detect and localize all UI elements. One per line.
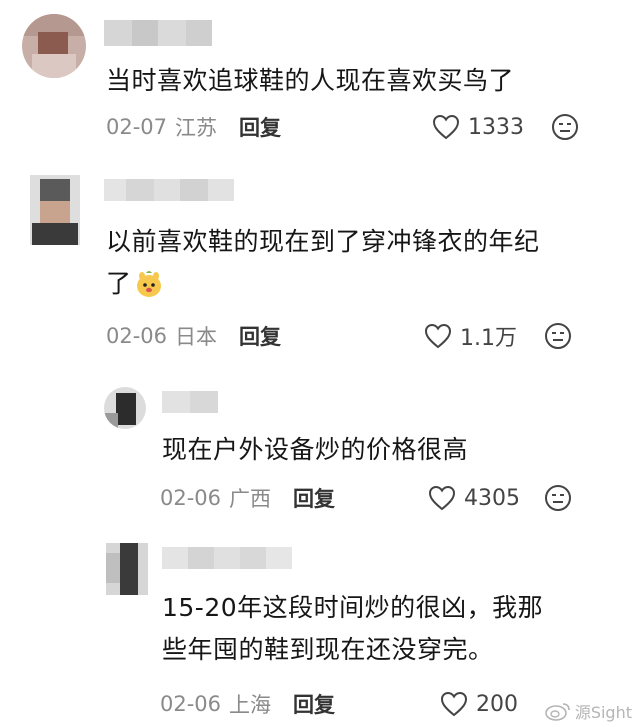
cute-animal-emoji-icon <box>136 271 161 297</box>
heart-outline-icon <box>440 691 468 717</box>
comment-meta: 02-06 上海 回复 <box>160 687 335 721</box>
comment-text: 15-20年这段时间炒的很凶，我那 些年囤的鞋到现在还没穿完。 <box>162 587 543 671</box>
comment-2: 以前喜欢鞋的现在到了穿冲锋衣的年纪 了 02-06 日本 回复 1.1万 <box>0 165 640 375</box>
dislike-face-icon[interactable] <box>550 112 580 142</box>
heart-outline-icon <box>432 114 460 140</box>
like-button[interactable]: 1333 <box>432 110 524 144</box>
like-button[interactable]: 4305 <box>428 481 520 515</box>
comment-location: 上海 <box>229 693 272 717</box>
comment-date: 02-06 <box>160 486 222 510</box>
like-count: 1.1万 <box>460 326 517 351</box>
heart-outline-icon <box>424 323 452 349</box>
comment-text: 现在户外设备炒的价格很高 <box>162 429 468 471</box>
dislike-face-icon[interactable] <box>543 483 573 513</box>
avatar[interactable] <box>104 387 146 429</box>
like-button[interactable]: 1.1万 <box>424 319 517 353</box>
avatar[interactable] <box>22 14 86 78</box>
like-count: 1333 <box>468 114 524 140</box>
comment-text-line: 15-20年这段时间炒的很凶，我那 <box>162 593 544 622</box>
like-count: 4305 <box>464 485 520 511</box>
reply-button[interactable]: 回复 <box>239 112 281 142</box>
comment-location: 江苏 <box>175 116 218 140</box>
dislike-face-icon[interactable] <box>543 321 573 351</box>
username-blurred[interactable] <box>104 20 212 46</box>
comment-text-line: 些年囤的鞋到现在还没穿完。 <box>162 635 494 664</box>
comment-meta: 02-06 广西 回复 <box>160 481 335 515</box>
comment-text-line: 现在户外设备炒的价格很高 <box>162 435 469 464</box>
comment-date: 02-06 <box>106 324 168 348</box>
username-blurred[interactable] <box>104 179 234 201</box>
avatar[interactable] <box>30 175 80 245</box>
comment-3-reply: 现在户外设备炒的价格很高 02-06 广西 回复 4305 <box>0 375 640 535</box>
comment-meta: 02-07 江苏 回复 <box>106 110 281 144</box>
like-count: 200 <box>476 691 518 717</box>
username-blurred[interactable] <box>162 391 218 413</box>
comment-location: 广西 <box>229 487 272 511</box>
watermark-text: 源Sight <box>574 703 632 722</box>
comment-text: 以前喜欢鞋的现在到了穿冲锋衣的年纪 了 <box>106 221 540 305</box>
avatar[interactable] <box>106 543 148 595</box>
comment-text-line: 了 <box>106 269 132 298</box>
reply-button[interactable]: 回复 <box>293 483 335 513</box>
comment-text-line: 以前喜欢鞋的现在到了穿冲锋衣的年纪 <box>106 227 540 256</box>
comment-text-line: 当时喜欢追球鞋的人现在喜欢买鸟了 <box>106 66 515 95</box>
watermark: 源Sight <box>545 699 632 723</box>
reply-button[interactable]: 回复 <box>239 321 281 351</box>
comment-date: 02-06 <box>160 692 222 716</box>
comment-location: 日本 <box>175 325 218 349</box>
reply-button[interactable]: 回复 <box>293 689 335 719</box>
username-blurred[interactable] <box>162 547 292 569</box>
comment-text: 当时喜欢追球鞋的人现在喜欢买鸟了 <box>106 60 514 102</box>
heart-outline-icon <box>428 485 456 511</box>
comment-1: 当时喜欢追球鞋的人现在喜欢买鸟了 02-07 江苏 回复 1333 <box>0 0 640 165</box>
like-button[interactable]: 200 <box>440 687 518 721</box>
weibo-logo-icon <box>545 703 570 721</box>
comment-date: 02-07 <box>106 115 168 139</box>
comment-meta: 02-06 日本 回复 <box>106 319 281 353</box>
